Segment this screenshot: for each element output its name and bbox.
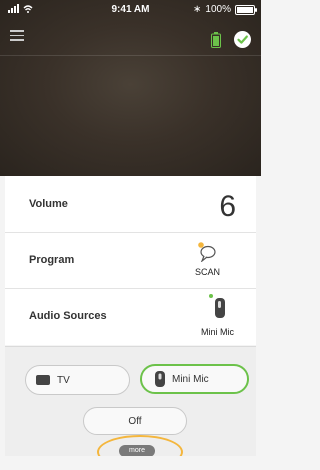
audio-source-value: Mini Mic [201, 327, 234, 337]
header-divider [0, 55, 261, 56]
volume-value: 6 [219, 190, 236, 223]
mini-mic-source-label: Mini Mic [172, 373, 209, 385]
mini-mic-icon [155, 371, 165, 387]
mini-mic-source-button[interactable]: Mini Mic [140, 364, 249, 394]
program-row[interactable]: Program SCAN [5, 232, 256, 289]
tv-source-label: TV [57, 374, 70, 386]
status-right: ∗ 100% [193, 4, 257, 15]
mini-mic-icon [208, 294, 225, 318]
source-selector: TV Mini Mic Off more [5, 346, 256, 469]
bottom-bar [0, 456, 261, 470]
hamburger-icon[interactable] [10, 30, 24, 41]
battery-percent: 100% [205, 4, 231, 15]
program-value-group: SCAN [195, 240, 220, 277]
off-label: Off [128, 415, 142, 427]
off-button[interactable]: Off [83, 407, 187, 435]
audio-source-value-group: Mini Mic [201, 292, 234, 337]
audio-sources-row[interactable]: Audio Sources Mini Mic [5, 288, 256, 344]
scan-bubble-icon [198, 242, 217, 263]
program-label: Program [29, 254, 75, 266]
volume-label: Volume [29, 198, 68, 210]
control-panel: Volume 6 Program SCAN Audio Sources Mini… [5, 176, 256, 345]
bluetooth-icon: ∗ [193, 4, 202, 15]
battery-icon[interactable] [211, 32, 221, 53]
volume-row[interactable]: Volume 6 [5, 176, 256, 233]
check-circle-icon[interactable] [234, 31, 251, 48]
tv-source-button[interactable]: TV [25, 365, 130, 395]
status-bar: 9:41 AM ∗ 100% [0, 0, 261, 20]
program-value: SCAN [194, 267, 220, 277]
hero-background [0, 0, 261, 176]
phone-battery-icon [235, 4, 257, 15]
tv-icon [36, 375, 50, 385]
audio-sources-label: Audio Sources [29, 310, 107, 322]
